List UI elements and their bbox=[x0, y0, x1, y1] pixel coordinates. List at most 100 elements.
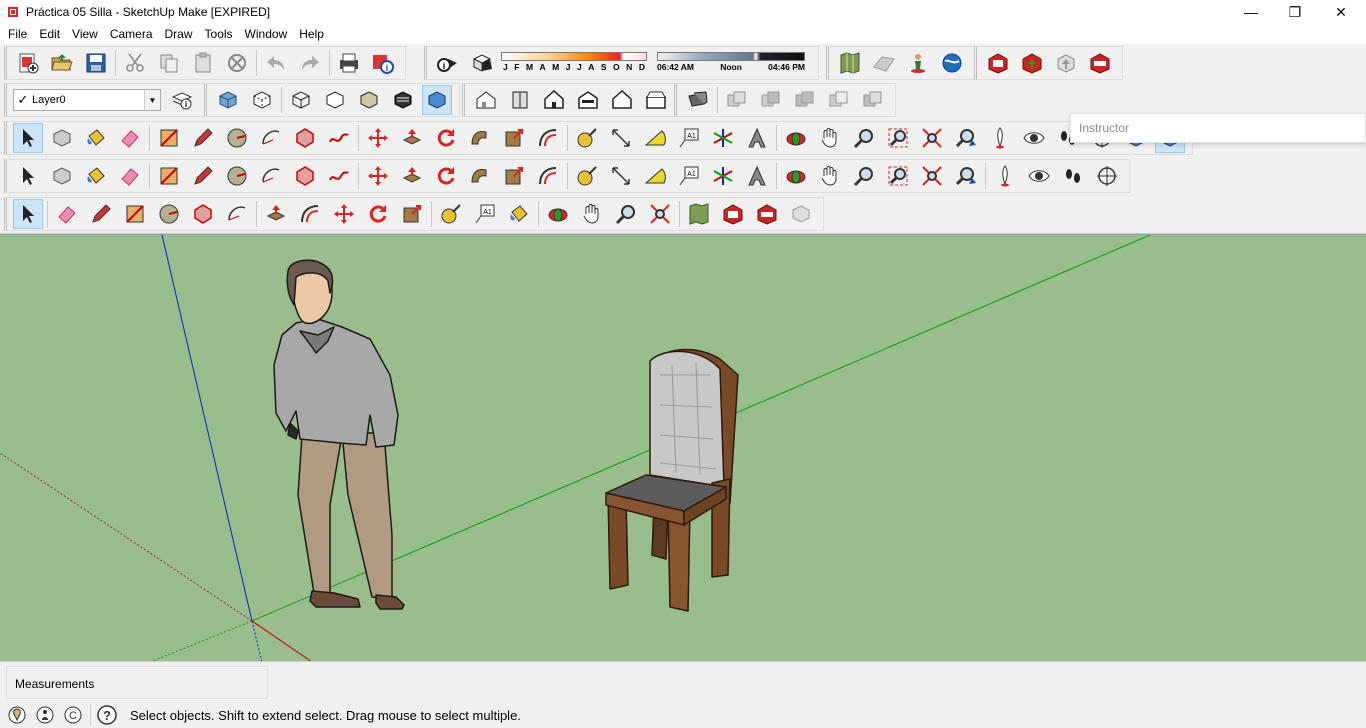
arc-button[interactable] bbox=[256, 123, 286, 153]
left-view-button[interactable] bbox=[641, 85, 671, 115]
look-around-button[interactable] bbox=[1019, 123, 1049, 153]
offset-button[interactable] bbox=[533, 123, 563, 153]
extension-warehouse-button-2[interactable] bbox=[752, 199, 782, 229]
rotate-button-2[interactable] bbox=[431, 161, 461, 191]
follow-me-button-2[interactable] bbox=[465, 161, 495, 191]
rectangle-button-2[interactable] bbox=[154, 161, 184, 191]
rectangle-button[interactable] bbox=[154, 123, 184, 153]
new-button[interactable] bbox=[13, 48, 43, 78]
menu-window[interactable]: Window bbox=[239, 27, 294, 41]
solid-tools-button[interactable] bbox=[683, 85, 713, 115]
viewport-canvas[interactable] bbox=[0, 235, 1366, 661]
scale-button-2[interactable] bbox=[499, 161, 529, 191]
text-button-3[interactable]: A1 bbox=[470, 199, 500, 229]
previous-view-button[interactable] bbox=[951, 123, 981, 153]
open-button[interactable] bbox=[47, 48, 77, 78]
time-gradient-bar[interactable] bbox=[657, 52, 805, 61]
axes-button-2[interactable] bbox=[708, 161, 738, 191]
line-button[interactable] bbox=[188, 123, 218, 153]
intersect-button[interactable] bbox=[756, 85, 786, 115]
make-component-button-2[interactable] bbox=[47, 161, 77, 191]
eraser-button[interactable] bbox=[115, 123, 145, 153]
outer-shell-button[interactable] bbox=[722, 85, 752, 115]
zoom-button-3[interactable] bbox=[611, 199, 641, 229]
freehand-button-2[interactable] bbox=[324, 161, 354, 191]
back-view-button[interactable] bbox=[607, 85, 637, 115]
send-to-layout-button[interactable] bbox=[786, 199, 816, 229]
circle-button-2[interactable] bbox=[222, 161, 252, 191]
modeling-viewport[interactable] bbox=[0, 234, 1366, 661]
layer-manager-button[interactable]: i bbox=[167, 85, 197, 115]
close-button[interactable]: ✕ bbox=[1318, 0, 1364, 24]
shaded-button[interactable] bbox=[354, 85, 384, 115]
3d-warehouse-button[interactable] bbox=[983, 48, 1013, 78]
back-edges-button[interactable] bbox=[247, 85, 277, 115]
rectangle-button-3[interactable] bbox=[120, 199, 150, 229]
erase-button[interactable] bbox=[222, 48, 252, 78]
share-component-button[interactable] bbox=[1051, 48, 1081, 78]
text-button-2[interactable]: A1 bbox=[674, 161, 704, 191]
minimize-button[interactable]: — bbox=[1228, 0, 1274, 24]
print-button[interactable] bbox=[334, 48, 364, 78]
wireframe-button[interactable] bbox=[286, 85, 316, 115]
rotate-button-3[interactable] bbox=[363, 199, 393, 229]
display-shadows-button[interactable] bbox=[467, 48, 497, 78]
menu-edit[interactable]: Edit bbox=[33, 27, 66, 41]
3d-text-button[interactable] bbox=[742, 123, 772, 153]
tape-measure-button[interactable] bbox=[572, 123, 602, 153]
share-model-button[interactable] bbox=[1017, 48, 1047, 78]
zoom-button[interactable] bbox=[849, 123, 879, 153]
position-camera-button[interactable] bbox=[985, 123, 1015, 153]
make-component-button[interactable] bbox=[47, 123, 77, 153]
move-button[interactable] bbox=[363, 123, 393, 153]
paste-button[interactable] bbox=[188, 48, 218, 78]
model-info-button[interactable]: i bbox=[368, 48, 398, 78]
arc-button-3[interactable] bbox=[222, 199, 252, 229]
circle-button[interactable] bbox=[222, 123, 252, 153]
iso-view-button[interactable] bbox=[471, 85, 501, 115]
cut-button[interactable] bbox=[120, 48, 150, 78]
polygon-button-3[interactable] bbox=[188, 199, 218, 229]
union-button[interactable] bbox=[790, 85, 820, 115]
section-plane-button-2[interactable] bbox=[1092, 161, 1122, 191]
freehand-button[interactable] bbox=[324, 123, 354, 153]
tape-measure-button-2[interactable] bbox=[572, 161, 602, 191]
polygon-button-2[interactable] bbox=[290, 161, 320, 191]
zoom-button-2[interactable] bbox=[849, 161, 879, 191]
restore-button[interactable]: ❐ bbox=[1272, 0, 1318, 24]
subtract-button[interactable] bbox=[824, 85, 854, 115]
eraser-button-2[interactable] bbox=[115, 161, 145, 191]
hidden-line-button[interactable] bbox=[320, 85, 350, 115]
dimension-button[interactable] bbox=[606, 123, 636, 153]
eraser-button-3[interactable] bbox=[52, 199, 82, 229]
move-button-2[interactable] bbox=[363, 161, 393, 191]
instructor-panel[interactable]: Instructor bbox=[1070, 113, 1366, 143]
select-tool-button-3[interactable] bbox=[13, 199, 43, 229]
credits-icon[interactable] bbox=[34, 704, 56, 726]
monochrome-button[interactable] bbox=[422, 85, 452, 115]
dimension-button-2[interactable] bbox=[606, 161, 636, 191]
position-camera-button-2[interactable] bbox=[990, 161, 1020, 191]
copyright-icon[interactable]: C bbox=[62, 704, 84, 726]
menu-tools[interactable]: Tools bbox=[199, 27, 239, 41]
select-tool-button-2[interactable] bbox=[13, 161, 43, 191]
shadow-settings-button[interactable]: i bbox=[433, 48, 463, 78]
paint-bucket-button[interactable] bbox=[81, 123, 111, 153]
protractor-button-2[interactable] bbox=[640, 161, 670, 191]
menu-file[interactable]: File bbox=[2, 27, 33, 41]
line-button-3[interactable] bbox=[86, 199, 116, 229]
toggle-terrain-button[interactable] bbox=[869, 48, 899, 78]
push-pull-button-3[interactable] bbox=[261, 199, 291, 229]
top-view-button[interactable] bbox=[505, 85, 535, 115]
copy-button[interactable] bbox=[154, 48, 184, 78]
right-view-button[interactable] bbox=[573, 85, 603, 115]
menu-camera[interactable]: Camera bbox=[104, 27, 159, 41]
xray-button[interactable] bbox=[213, 85, 243, 115]
layer-dropdown[interactable]: ✓ Layer0 ▼ bbox=[13, 89, 161, 111]
zoom-extents-button-2[interactable] bbox=[917, 161, 947, 191]
text-button[interactable]: A1 bbox=[674, 123, 704, 153]
orbit-button-3[interactable] bbox=[543, 199, 573, 229]
shaded-textures-button[interactable] bbox=[388, 85, 418, 115]
pan-button[interactable] bbox=[815, 123, 845, 153]
scale-button[interactable] bbox=[499, 123, 529, 153]
